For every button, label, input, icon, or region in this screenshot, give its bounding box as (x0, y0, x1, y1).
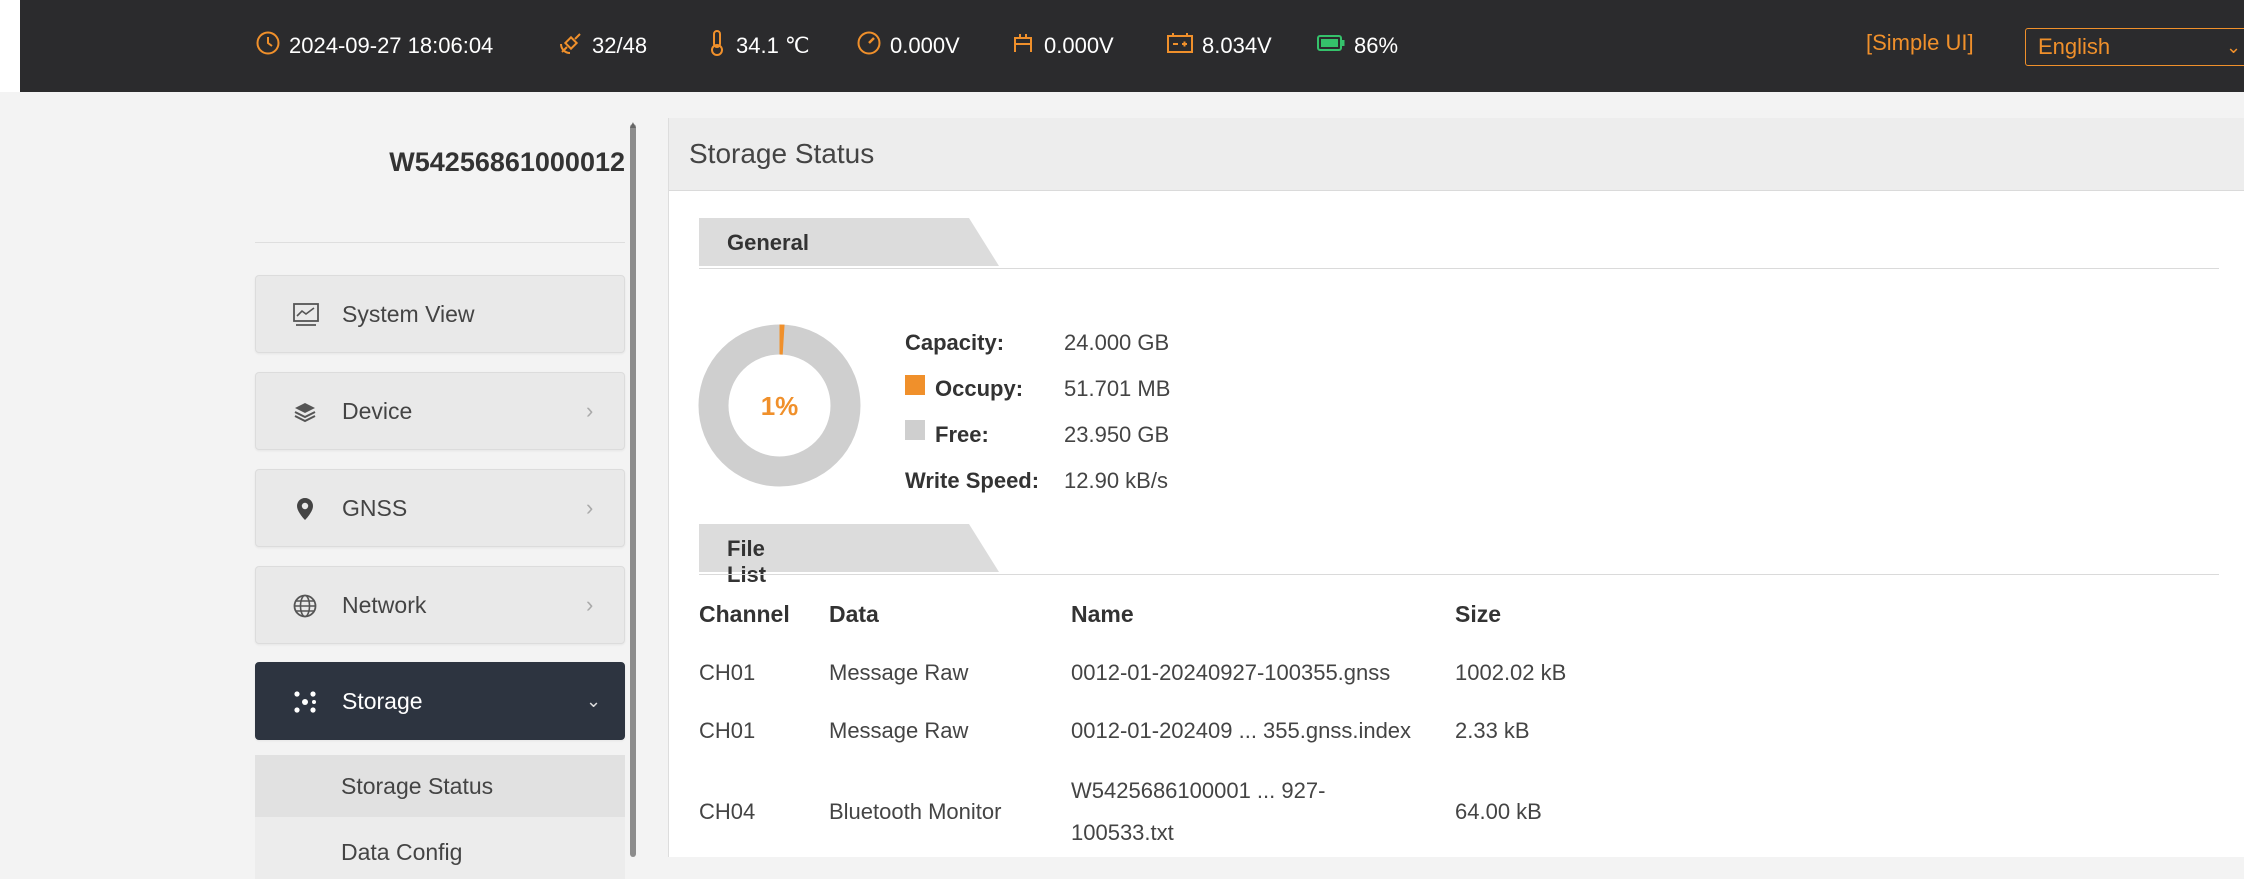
voltage2-status: 0.000V (1010, 28, 1114, 64)
top-status-bar: 2024-09-27 18:06:04 32/48 34.1 ℃ 0.000V … (0, 0, 2244, 92)
chevron-down-icon: ⌄ (586, 690, 602, 711)
cell-size: 64.00 kB (1455, 799, 1542, 824)
gauge-icon (856, 30, 890, 62)
voltage3-text: 8.034V (1202, 33, 1272, 58)
table-header-size: Size (1455, 601, 1502, 627)
occupy-value: 51.701 MB (1064, 376, 1171, 401)
cell-channel: CH01 (699, 660, 756, 685)
sidebar-item-device[interactable]: Device › (255, 372, 625, 450)
cell-data: Message Raw (829, 660, 969, 685)
language-value: English (2038, 34, 2111, 59)
section-tab-label: File List (727, 536, 767, 587)
panel-header: Storage Status (669, 118, 2244, 191)
sidebar-item-label: Storage (342, 687, 423, 714)
sidebar-item-gnss[interactable]: GNSS › (255, 469, 625, 547)
globe-icon (292, 593, 318, 619)
battery-icon (1316, 33, 1354, 59)
location-pin-icon (292, 496, 318, 522)
section-divider (699, 268, 2219, 269)
thermometer-icon (706, 29, 736, 63)
voltage2-text: 0.000V (1044, 33, 1114, 58)
sidebar-subitem-storage-status[interactable]: Storage Status (255, 755, 625, 817)
cell-size: 2.33 kB (1455, 718, 1530, 743)
chevron-right-icon: › (586, 398, 594, 423)
language-select[interactable]: English ⌄ (2025, 28, 2244, 66)
sidebar-subitem-label: Storage Status (341, 772, 494, 799)
topbar-left-margin (0, 0, 20, 92)
voltage1-text: 0.000V (890, 33, 960, 58)
layers-icon (292, 399, 318, 425)
chevron-down-icon: ⌄ (2226, 37, 2242, 57)
simple-ui-link[interactable]: [Simple UI] (1866, 30, 1974, 56)
device-id: W54256861000012 (389, 147, 625, 177)
write-speed-value: 12.90 kB/s (1064, 468, 1168, 493)
storage-donut-chart: 1% (697, 323, 862, 488)
power-input-icon (1010, 30, 1044, 62)
sidebar-scrollbar[interactable] (630, 124, 636, 857)
temperature-status: 34.1 ℃ (706, 28, 810, 64)
sidebar-subitem-data-config[interactable]: Data Config (255, 817, 625, 879)
free-value: 23.950 GB (1064, 422, 1170, 447)
sidebar-item-label: System View (342, 300, 475, 327)
cell-channel: CH04 (699, 799, 756, 824)
write-speed-label: Write Speed: (905, 468, 1040, 493)
table-header-channel: Channel (699, 601, 790, 627)
donut-percent-label: 1% (761, 391, 799, 421)
cell-data: Bluetooth Monitor (829, 799, 1002, 824)
sidebar-item-label: Device (342, 397, 413, 424)
table-header-data: Data (829, 601, 879, 627)
sidebar-item-network[interactable]: Network › (255, 566, 625, 644)
sidebar-item-label: Network (342, 591, 427, 618)
main-panel: Storage Status General 1% Capacity: 24.0… (668, 118, 2244, 857)
section-tab-label: General (727, 230, 809, 255)
occupy-label: Occupy: (935, 376, 1024, 401)
table-header-name: Name (1071, 601, 1134, 627)
occupy-legend-swatch (905, 375, 925, 395)
voltage3-status: 8.034V (1166, 28, 1272, 64)
cell-name-line1[interactable]: W5425686100001 ... 927- (1071, 778, 1325, 804)
sidebar-divider (255, 242, 625, 243)
cell-channel: CH01 (699, 718, 756, 743)
voltage1-status: 0.000V (856, 28, 960, 64)
page-title: Storage Status (689, 138, 875, 169)
cell-name[interactable]: 0012-01-20240927-100355.gnss (1071, 660, 1390, 686)
battery-text: 86% (1354, 33, 1399, 58)
capacity-label: Capacity: (905, 330, 1005, 355)
monitor-chart-icon (292, 302, 319, 328)
temperature-text: 34.1 ℃ (736, 33, 810, 58)
cell-name[interactable]: 0012-01-202409 ... 355.gnss.index (1071, 718, 1411, 744)
free-label: Free: (935, 422, 989, 447)
storage-icon (292, 689, 318, 715)
datetime-status: 2024-09-27 18:06:04 (255, 28, 493, 64)
satellites-text: 32/48 (592, 33, 648, 58)
battery-voltage-icon (1166, 30, 1202, 62)
clock-icon (255, 30, 289, 62)
satellites-status: 32/48 (558, 28, 647, 64)
sidebar-item-label: GNSS (342, 494, 408, 521)
datetime-text: 2024-09-27 18:06:04 (289, 33, 494, 58)
chevron-right-icon: › (586, 592, 594, 617)
scroll-up-arrow-icon[interactable]: ▲ (628, 120, 638, 131)
free-legend-swatch (905, 420, 925, 440)
capacity-value: 24.000 GB (1064, 330, 1170, 355)
section-divider (699, 574, 2219, 575)
sidebar-item-system-view[interactable]: System View (255, 275, 625, 353)
sidebar: W54256861000012 System View Device › GNS… (0, 92, 650, 879)
chevron-right-icon: › (586, 495, 594, 520)
satellite-icon (558, 30, 592, 62)
sidebar-item-storage[interactable]: Storage ⌄ (255, 662, 625, 740)
cell-name-line2[interactable]: 100533.txt (1071, 820, 1174, 846)
cell-data: Message Raw (829, 718, 969, 743)
battery-status: 86% (1316, 28, 1398, 64)
sidebar-subitem-label: Data Config (341, 839, 463, 865)
cell-size: 1002.02 kB (1455, 660, 1567, 685)
